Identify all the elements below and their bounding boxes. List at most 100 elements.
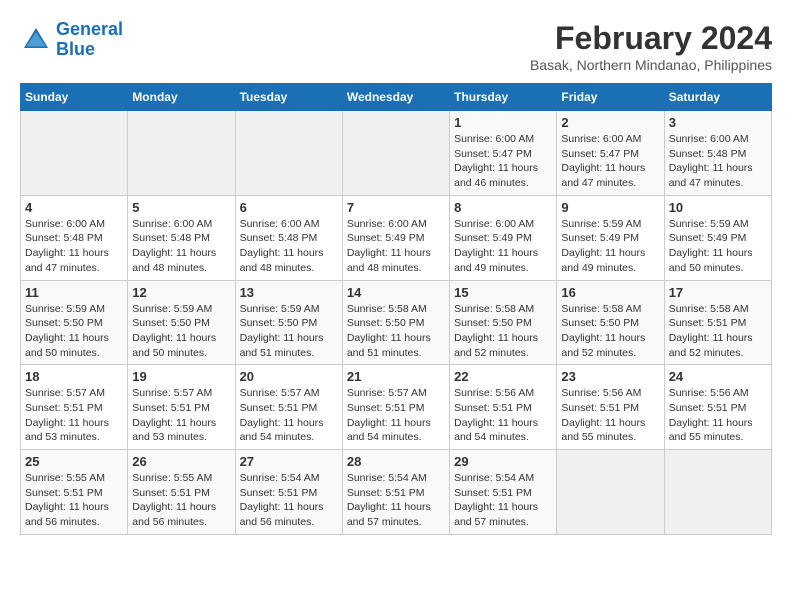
day-cell: 28 Sunrise: 5:54 AMSunset: 5:51 PMDayligh… bbox=[342, 450, 449, 535]
day-number: 23 bbox=[561, 369, 659, 384]
day-cell: 18 Sunrise: 5:57 AMSunset: 5:51 PMDayligh… bbox=[21, 365, 128, 450]
day-cell: 13 Sunrise: 5:59 AMSunset: 5:50 PMDayligh… bbox=[235, 280, 342, 365]
day-info: Sunrise: 6:00 AMSunset: 5:48 PMDaylight:… bbox=[669, 132, 767, 191]
day-cell: 12 Sunrise: 5:59 AMSunset: 5:50 PMDayligh… bbox=[128, 280, 235, 365]
day-info: Sunrise: 5:58 AMSunset: 5:50 PMDaylight:… bbox=[561, 302, 659, 361]
day-info: Sunrise: 6:00 AMSunset: 5:48 PMDaylight:… bbox=[25, 217, 123, 276]
day-number: 7 bbox=[347, 200, 445, 215]
day-cell bbox=[342, 111, 449, 196]
day-number: 5 bbox=[132, 200, 230, 215]
day-number: 9 bbox=[561, 200, 659, 215]
day-info: Sunrise: 6:00 AMSunset: 5:49 PMDaylight:… bbox=[454, 217, 552, 276]
calendar-table: SundayMondayTuesdayWednesdayThursdayFrid… bbox=[20, 83, 772, 535]
day-number: 6 bbox=[240, 200, 338, 215]
day-cell bbox=[21, 111, 128, 196]
day-info: Sunrise: 6:00 AMSunset: 5:49 PMDaylight:… bbox=[347, 217, 445, 276]
day-info: Sunrise: 5:54 AMSunset: 5:51 PMDaylight:… bbox=[240, 471, 338, 530]
day-cell: 4 Sunrise: 6:00 AMSunset: 5:48 PMDaylight… bbox=[21, 195, 128, 280]
title-block: February 2024 Basak, Northern Mindanao, … bbox=[530, 20, 772, 73]
day-number: 22 bbox=[454, 369, 552, 384]
day-info: Sunrise: 6:00 AMSunset: 5:47 PMDaylight:… bbox=[454, 132, 552, 191]
day-cell: 1 Sunrise: 6:00 AMSunset: 5:47 PMDaylight… bbox=[450, 111, 557, 196]
logo-text: General Blue bbox=[56, 20, 123, 60]
day-cell: 5Sunrise: 6:00 AMSunset: 5:48 PMDaylight… bbox=[128, 195, 235, 280]
day-info: Sunrise: 5:55 AMSunset: 5:51 PMDaylight:… bbox=[132, 471, 230, 530]
day-number: 19 bbox=[132, 369, 230, 384]
day-number: 1 bbox=[454, 115, 552, 130]
week-row-1: 1 Sunrise: 6:00 AMSunset: 5:47 PMDaylight… bbox=[21, 111, 772, 196]
day-cell: 29Sunrise: 5:54 AMSunset: 5:51 PMDayligh… bbox=[450, 450, 557, 535]
day-info: Sunrise: 6:00 AMSunset: 5:47 PMDaylight:… bbox=[561, 132, 659, 191]
day-info: Sunrise: 5:59 AMSunset: 5:50 PMDaylight:… bbox=[25, 302, 123, 361]
page-header: General Blue February 2024 Basak, Northe… bbox=[20, 20, 772, 73]
weekday-header-friday: Friday bbox=[557, 84, 664, 111]
day-info: Sunrise: 5:58 AMSunset: 5:50 PMDaylight:… bbox=[454, 302, 552, 361]
day-cell: 19 Sunrise: 5:57 AMSunset: 5:51 PMDayligh… bbox=[128, 365, 235, 450]
day-number: 14 bbox=[347, 285, 445, 300]
day-info: Sunrise: 5:59 AMSunset: 5:49 PMDaylight:… bbox=[669, 217, 767, 276]
day-cell: 9 Sunrise: 5:59 AMSunset: 5:49 PMDaylight… bbox=[557, 195, 664, 280]
day-cell: 6 Sunrise: 6:00 AMSunset: 5:48 PMDaylight… bbox=[235, 195, 342, 280]
day-number: 8 bbox=[454, 200, 552, 215]
day-number: 12 bbox=[132, 285, 230, 300]
day-info: Sunrise: 5:56 AMSunset: 5:51 PMDaylight:… bbox=[454, 386, 552, 445]
weekday-header-tuesday: Tuesday bbox=[235, 84, 342, 111]
day-number: 2 bbox=[561, 115, 659, 130]
day-cell: 11 Sunrise: 5:59 AMSunset: 5:50 PMDayligh… bbox=[21, 280, 128, 365]
day-cell: 21Sunrise: 5:57 AMSunset: 5:51 PMDayligh… bbox=[342, 365, 449, 450]
day-cell bbox=[664, 450, 771, 535]
day-cell bbox=[128, 111, 235, 196]
day-info: Sunrise: 5:57 AMSunset: 5:51 PMDaylight:… bbox=[240, 386, 338, 445]
day-number: 21 bbox=[347, 369, 445, 384]
day-number: 16 bbox=[561, 285, 659, 300]
calendar-title: February 2024 bbox=[530, 20, 772, 57]
day-cell: 25 Sunrise: 5:55 AMSunset: 5:51 PMDayligh… bbox=[21, 450, 128, 535]
day-number: 11 bbox=[25, 285, 123, 300]
day-cell: 7 Sunrise: 6:00 AMSunset: 5:49 PMDaylight… bbox=[342, 195, 449, 280]
day-info: Sunrise: 5:54 AMSunset: 5:51 PMDaylight:… bbox=[347, 471, 445, 530]
day-info: Sunrise: 5:59 AMSunset: 5:49 PMDaylight:… bbox=[561, 217, 659, 276]
day-cell bbox=[557, 450, 664, 535]
weekday-header-saturday: Saturday bbox=[664, 84, 771, 111]
weekday-header-thursday: Thursday bbox=[450, 84, 557, 111]
weekday-header-wednesday: Wednesday bbox=[342, 84, 449, 111]
day-number: 17 bbox=[669, 285, 767, 300]
day-number: 13 bbox=[240, 285, 338, 300]
day-cell: 23 Sunrise: 5:56 AMSunset: 5:51 PMDayligh… bbox=[557, 365, 664, 450]
day-number: 27 bbox=[240, 454, 338, 469]
day-info: Sunrise: 5:59 AMSunset: 5:50 PMDaylight:… bbox=[240, 302, 338, 361]
day-number: 26 bbox=[132, 454, 230, 469]
week-row-3: 11 Sunrise: 5:59 AMSunset: 5:50 PMDayligh… bbox=[21, 280, 772, 365]
day-cell: 3 Sunrise: 6:00 AMSunset: 5:48 PMDaylight… bbox=[664, 111, 771, 196]
day-info: Sunrise: 5:57 AMSunset: 5:51 PMDaylight:… bbox=[132, 386, 230, 445]
day-info: Sunrise: 5:59 AMSunset: 5:50 PMDaylight:… bbox=[132, 302, 230, 361]
calendar-subtitle: Basak, Northern Mindanao, Philippines bbox=[530, 57, 772, 73]
week-row-5: 25 Sunrise: 5:55 AMSunset: 5:51 PMDayligh… bbox=[21, 450, 772, 535]
day-number: 10 bbox=[669, 200, 767, 215]
day-cell: 24 Sunrise: 5:56 AMSunset: 5:51 PMDayligh… bbox=[664, 365, 771, 450]
day-cell: 16 Sunrise: 5:58 AMSunset: 5:50 PMDayligh… bbox=[557, 280, 664, 365]
week-row-4: 18 Sunrise: 5:57 AMSunset: 5:51 PMDayligh… bbox=[21, 365, 772, 450]
day-info: Sunrise: 5:58 AMSunset: 5:50 PMDaylight:… bbox=[347, 302, 445, 361]
weekday-header-monday: Monday bbox=[128, 84, 235, 111]
day-cell: 2 Sunrise: 6:00 AMSunset: 5:47 PMDaylight… bbox=[557, 111, 664, 196]
day-number: 28 bbox=[347, 454, 445, 469]
day-cell: 10 Sunrise: 5:59 AMSunset: 5:49 PMDayligh… bbox=[664, 195, 771, 280]
day-info: Sunrise: 5:58 AMSunset: 5:51 PMDaylight:… bbox=[669, 302, 767, 361]
day-number: 25 bbox=[25, 454, 123, 469]
day-info: Sunrise: 5:55 AMSunset: 5:51 PMDaylight:… bbox=[25, 471, 123, 530]
day-number: 18 bbox=[25, 369, 123, 384]
day-cell bbox=[235, 111, 342, 196]
day-info: Sunrise: 5:57 AMSunset: 5:51 PMDaylight:… bbox=[25, 386, 123, 445]
day-cell: 20Sunrise: 5:57 AMSunset: 5:51 PMDayligh… bbox=[235, 365, 342, 450]
day-number: 3 bbox=[669, 115, 767, 130]
logo-icon bbox=[20, 24, 52, 56]
day-cell: 22 Sunrise: 5:56 AMSunset: 5:51 PMDayligh… bbox=[450, 365, 557, 450]
day-cell: 17 Sunrise: 5:58 AMSunset: 5:51 PMDayligh… bbox=[664, 280, 771, 365]
day-number: 24 bbox=[669, 369, 767, 384]
day-number: 15 bbox=[454, 285, 552, 300]
day-info: Sunrise: 5:56 AMSunset: 5:51 PMDaylight:… bbox=[561, 386, 659, 445]
day-number: 4 bbox=[25, 200, 123, 215]
day-info: Sunrise: 5:56 AMSunset: 5:51 PMDaylight:… bbox=[669, 386, 767, 445]
day-info: Sunrise: 6:00 AMSunset: 5:48 PMDaylight:… bbox=[240, 217, 338, 276]
